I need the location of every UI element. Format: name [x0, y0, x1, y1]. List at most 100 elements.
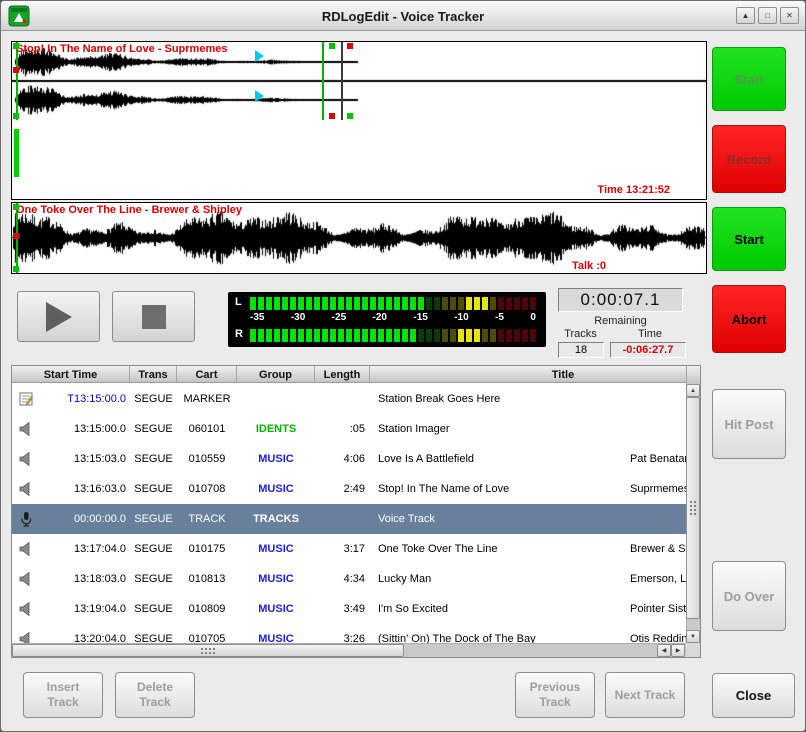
column-header-start-time[interactable]: Start Time	[12, 366, 130, 383]
speaker-icon	[18, 421, 34, 437]
speaker-icon	[12, 481, 40, 497]
log-row[interactable]: T13:15:00.0SEGUEMARKERStation Break Goes…	[12, 384, 686, 414]
cell-trans: SEGUE	[130, 573, 177, 585]
start-button-3[interactable]: Start	[712, 207, 786, 271]
log-row[interactable]: 13:18:03.0SEGUE010813MUSIC4:34Lucky ManE…	[12, 564, 686, 594]
log-row[interactable]: 13:15:00.0SEGUE060101IDENTS:05Station Im…	[12, 414, 686, 444]
fade-cursor-icon[interactable]	[255, 50, 264, 62]
previous-track-button[interactable]: Previous Track	[515, 672, 595, 718]
abort-button-4[interactable]: Abort	[712, 285, 786, 353]
do-over-button-6[interactable]: Do Over	[712, 561, 786, 631]
horizontal-scrollbar[interactable]: ◀ ▶	[12, 643, 686, 657]
insert-track-button[interactable]: Insert Track	[23, 672, 103, 718]
column-header-title[interactable]: Title	[370, 366, 686, 383]
marker-handle-icon[interactable]	[347, 43, 353, 49]
segue-marker-line[interactable]	[322, 42, 324, 120]
cell-trans: SEGUE	[130, 393, 177, 405]
cell-start-time: 13:17:04.0	[40, 543, 130, 555]
cell-title: Lucky Man	[370, 573, 621, 585]
column-header-cart[interactable]: Cart	[177, 366, 237, 383]
cell-group: TRACKS	[237, 513, 315, 525]
cell-artist: Pat Benatar	[621, 453, 686, 465]
log-row[interactable]: 13:20:04.0SEGUE010705MUSIC3:26(Sittin' O…	[12, 624, 686, 643]
marker-handle-icon[interactable]	[13, 266, 19, 272]
vertical-scrollbar-thumb[interactable]	[686, 397, 700, 619]
meter-scale: -35-30-25-20-15-10-50	[250, 312, 536, 326]
cell-start-time: 13:15:00.0	[40, 423, 130, 435]
marker-icon	[12, 391, 40, 407]
speaker-icon	[12, 541, 40, 557]
stop-button[interactable]	[112, 291, 195, 342]
cell-length: 4:06	[315, 453, 370, 465]
next-track-button[interactable]: Next Track	[605, 672, 685, 718]
cell-title: Voice Track	[370, 513, 621, 525]
cell-group: MUSIC	[237, 603, 315, 615]
marker-note-icon	[18, 391, 34, 407]
cell-artist: Suprmemes	[621, 483, 686, 495]
play-icon	[46, 302, 72, 332]
waveform-track1-panel[interactable]: Stop! In The Name of Love - Suprmemes	[11, 41, 707, 121]
scroll-up-button[interactable]: ▲	[686, 384, 700, 397]
speaker-icon	[18, 541, 34, 557]
speaker-icon	[18, 571, 34, 587]
cell-trans: SEGUE	[130, 603, 177, 615]
log-row[interactable]: 13:15:03.0SEGUE010559MUSIC4:06Love Is A …	[12, 444, 686, 474]
play-button[interactable]	[17, 291, 100, 342]
cell-group: MUSIC	[237, 483, 315, 495]
hit-post-button-5[interactable]: Hit Post	[712, 389, 786, 459]
meter-scale-label: -20	[373, 312, 387, 326]
cell-group: MUSIC	[237, 633, 315, 643]
cell-cart: 010559	[177, 453, 237, 465]
log-row[interactable]: 13:16:03.0SEGUE010708MUSIC2:49Stop! In T…	[12, 474, 686, 504]
marker-handle-icon[interactable]	[329, 113, 335, 119]
cell-trans: SEGUE	[130, 543, 177, 555]
end-marker-line[interactable]	[341, 42, 343, 120]
marker-handle-icon[interactable]	[347, 113, 353, 119]
cell-trans: SEGUE	[130, 633, 177, 643]
marker-handle-icon[interactable]	[329, 43, 335, 49]
right-button-panel: Start Record Start Abort Hit Post Do Over	[712, 1, 786, 732]
meter-scale-label: -15	[413, 312, 427, 326]
marker-handle-icon[interactable]	[13, 204, 19, 210]
log-rows-viewport: T13:15:00.0SEGUEMARKERStation Break Goes…	[12, 384, 686, 643]
cell-cart: 010813	[177, 573, 237, 585]
record-button-2[interactable]: Record	[712, 125, 786, 193]
cell-title: Stop! In The Name of Love	[370, 483, 621, 495]
cell-length: :05	[315, 423, 370, 435]
log-row[interactable]: 00:00:00.0SEGUETRACKTRACKSVoice Track	[12, 504, 686, 534]
waveform-track2-panel[interactable]: One Toke Over The Line - Brewer & Shiple…	[11, 202, 707, 274]
titlebar[interactable]: RDLogEdit - Voice Tracker ▲ □ ✕	[1, 1, 805, 31]
scroll-left-button[interactable]: ◀	[657, 644, 671, 657]
start-button-1[interactable]: Start	[712, 47, 786, 111]
cell-artist: Pointer Sist	[621, 603, 686, 615]
cell-trans: SEGUE	[130, 453, 177, 465]
marker-handle-icon[interactable]	[13, 233, 19, 239]
log-row[interactable]: 13:17:04.0SEGUE010175MUSIC3:17One Toke O…	[12, 534, 686, 564]
horizontal-scrollbar-thumb[interactable]	[12, 644, 404, 657]
vertical-scrollbar[interactable]: ▲ ▼	[686, 384, 700, 643]
log-row[interactable]: 13:19:04.0SEGUE010809MUSIC3:49I'm So Exc…	[12, 594, 686, 624]
marker-handle-icon[interactable]	[13, 43, 19, 49]
fade-cursor-icon[interactable]	[255, 90, 264, 102]
cell-title: One Toke Over The Line	[370, 543, 621, 555]
column-header-trans[interactable]: Trans	[130, 366, 177, 383]
marker-handle-icon[interactable]	[13, 113, 19, 119]
arrow-down-icon: ▼	[690, 634, 696, 640]
grip-icon	[689, 500, 697, 516]
window-title: RDLogEdit - Voice Tracker	[1, 1, 805, 31]
column-header-length[interactable]: Length	[315, 366, 370, 383]
delete-track-button[interactable]: Delete Track	[115, 672, 195, 718]
scroll-right-button[interactable]: ▶	[671, 644, 685, 657]
speaker-icon	[18, 451, 34, 467]
cell-title: Station Imager	[370, 423, 621, 435]
meter-scale-label: 0	[530, 312, 536, 326]
time-remaining-value: -0:06:27.7	[610, 342, 686, 358]
cell-length: 2:49	[315, 483, 370, 495]
cell-length: 3:17	[315, 543, 370, 555]
mic-icon	[12, 511, 40, 527]
column-header-group[interactable]: Group	[237, 366, 315, 383]
marker-handle-icon[interactable]	[13, 67, 19, 73]
cell-start-time: 13:20:04.0	[40, 633, 130, 643]
scroll-down-button[interactable]: ▼	[686, 630, 700, 643]
voicetrack-panel[interactable]: Time 13:21:52	[11, 120, 707, 200]
